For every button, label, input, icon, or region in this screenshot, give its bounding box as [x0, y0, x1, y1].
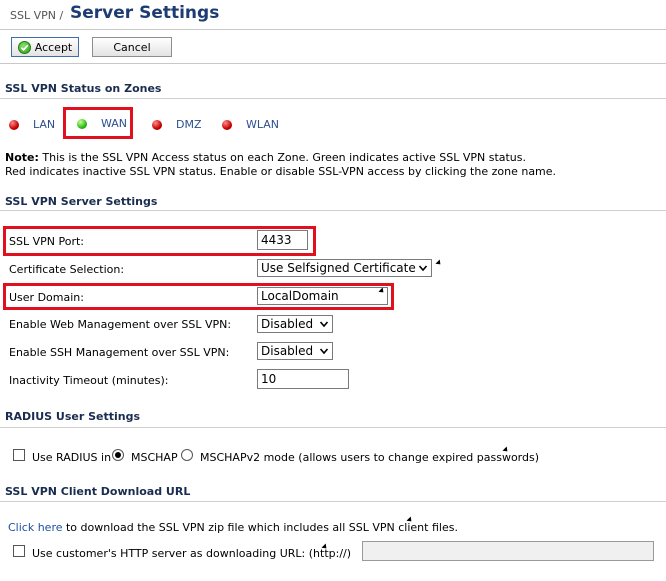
- status-section-title: SSL VPN Status on Zones: [5, 82, 162, 95]
- mschap-label: MSCHAP: [131, 451, 178, 464]
- inactivity-timeout-label: Inactivity Timeout (minutes):: [9, 374, 169, 387]
- page-title: Server Settings: [70, 3, 220, 23]
- breadcrumb[interactable]: SSL VPN /: [10, 9, 63, 22]
- web-management-select[interactable]: Disabled: [257, 315, 333, 333]
- click-here-link[interactable]: Click here: [8, 521, 63, 534]
- divider: [0, 210, 666, 211]
- zone-wlan[interactable]: WLAN: [222, 118, 279, 131]
- divider: [0, 98, 666, 99]
- domain-highlight-box: [3, 283, 394, 310]
- tooltip-marker-icon[interactable]: [435, 259, 443, 267]
- status-red-icon: [222, 119, 232, 130]
- zone-status-note: Note: This is the SSL VPN Access status …: [5, 151, 655, 179]
- download-instructions: Click here to download the SSL VPN zip f…: [8, 521, 458, 534]
- port-highlight-box: [3, 226, 316, 256]
- toolbar: Accept Cancel: [0, 30, 666, 64]
- use-radius-label: Use RADIUS in: [32, 451, 112, 464]
- web-management-value: Disabled: [261, 317, 314, 331]
- custom-http-server-input[interactable]: [362, 541, 654, 561]
- note-line-2: Red indicates inactive SSL VPN status. E…: [5, 165, 557, 178]
- inactivity-timeout-input[interactable]: 10: [257, 369, 349, 389]
- zone-lan-label[interactable]: LAN: [33, 118, 55, 131]
- zone-dmz[interactable]: DMZ: [152, 118, 202, 131]
- zone-wlan-label[interactable]: WLAN: [246, 118, 279, 131]
- mschapv2-label: MSCHAPv2 mode (allows users to change ex…: [200, 451, 540, 464]
- wan-highlight-box: [63, 107, 133, 139]
- note-line-1: This is the SSL VPN Access status on eac…: [38, 151, 527, 164]
- zone-lan[interactable]: LAN: [9, 118, 55, 131]
- checkmark-icon: [17, 40, 31, 54]
- note-label: Note:: [5, 151, 39, 164]
- divider: [0, 427, 666, 428]
- status-red-icon: [9, 119, 19, 130]
- download-instructions-text: to download the SSL VPN zip file which i…: [62, 521, 458, 534]
- custom-http-server-checkbox[interactable]: [13, 545, 25, 557]
- web-management-label: Enable Web Management over SSL VPN:: [9, 318, 232, 331]
- mschap-radio[interactable]: [112, 449, 124, 461]
- use-radius-checkbox[interactable]: [13, 449, 25, 461]
- radius-section-title: RADIUS User Settings: [5, 410, 141, 423]
- page-header: SSL VPN / Server Settings: [0, 0, 666, 30]
- status-red-icon: [152, 119, 162, 130]
- certificate-select[interactable]: Use Selfsigned Certificate: [257, 259, 432, 277]
- chevron-down-icon: [319, 321, 329, 328]
- mschapv2-radio[interactable]: [181, 449, 193, 461]
- ssh-management-value: Disabled: [261, 344, 314, 358]
- chevron-down-icon: [319, 348, 329, 355]
- ssh-management-label: Enable SSH Management over SSL VPN:: [9, 346, 230, 359]
- chevron-down-icon: [418, 265, 428, 272]
- ssh-management-select[interactable]: Disabled: [257, 342, 333, 360]
- server-section-title: SSL VPN Server Settings: [5, 195, 158, 208]
- download-section-title: SSL VPN Client Download URL: [5, 485, 191, 498]
- zone-dmz-label[interactable]: DMZ: [176, 118, 202, 131]
- divider: [0, 501, 666, 502]
- certificate-selection-label: Certificate Selection:: [9, 263, 125, 276]
- accept-label: Accept: [34, 40, 73, 54]
- cancel-button[interactable]: Cancel: [92, 37, 172, 57]
- accept-button[interactable]: Accept: [11, 37, 79, 57]
- certificate-select-value: Use Selfsigned Certificate: [261, 261, 416, 275]
- custom-http-server-label: Use customer's HTTP server as downloadin…: [32, 547, 352, 560]
